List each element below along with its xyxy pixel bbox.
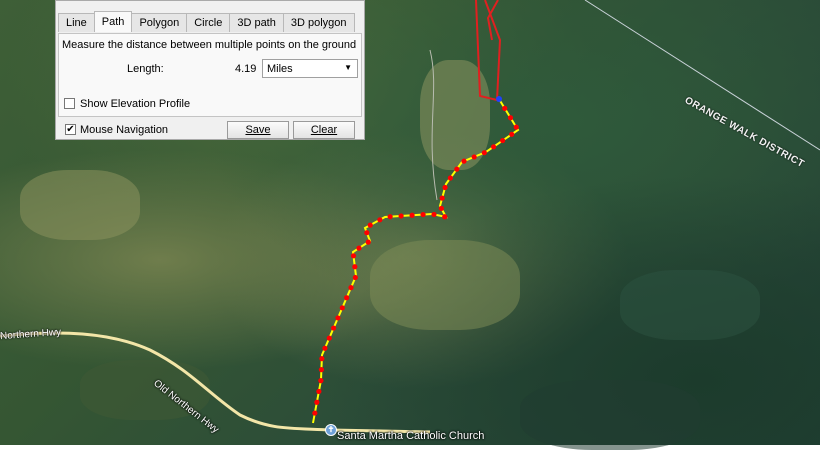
path-point[interactable]	[350, 253, 357, 259]
path-point[interactable]	[500, 137, 506, 144]
path-tab-content: Measure the distance between multiple po…	[58, 33, 362, 117]
path-point[interactable]	[330, 325, 337, 331]
path-point[interactable]	[314, 399, 320, 405]
tab-path[interactable]: Path	[93, 11, 133, 32]
path-point[interactable]	[438, 205, 444, 212]
path-point[interactable]	[326, 335, 332, 341]
tab-polygon[interactable]: Polygon	[131, 13, 188, 32]
place-label-church: Santa Martha Catholic Church	[337, 430, 485, 442]
path-point[interactable]	[365, 239, 371, 245]
path-point[interactable]	[471, 154, 477, 160]
path-point[interactable]	[319, 356, 325, 362]
path-point[interactable]	[377, 217, 383, 223]
elevation-profile-label[interactable]: Show Elevation Profile	[80, 98, 190, 110]
length-label: Length:	[127, 63, 164, 75]
church-pin-icon[interactable]: ✝	[325, 424, 337, 436]
path-point[interactable]	[367, 222, 373, 228]
dirt-road	[429, 49, 438, 201]
measure-description: Measure the distance between multiple po…	[62, 39, 357, 51]
district-boundary-line	[584, 0, 820, 151]
unit-select[interactable]: Miles ▼	[262, 59, 358, 78]
path-point[interactable]	[442, 214, 448, 220]
chevron-down-icon: ▼	[344, 63, 352, 72]
mouse-navigation-label[interactable]: Mouse Navigation	[80, 124, 168, 136]
tab-3d-polygon[interactable]: 3D polygon	[282, 13, 355, 32]
measured-path-points	[312, 96, 519, 416]
path-point[interactable]	[481, 150, 487, 156]
path-point[interactable]	[431, 211, 437, 218]
length-value: 4.19	[235, 63, 257, 75]
path-start-point	[496, 96, 502, 102]
elevation-profile-checkbox[interactable]	[64, 98, 75, 109]
clear-button[interactable]: Clear	[293, 121, 355, 139]
unit-select-value: Miles	[267, 63, 293, 75]
path-point[interactable]	[502, 105, 508, 111]
path-point[interactable]	[461, 158, 467, 164]
path-point[interactable]	[339, 305, 345, 311]
path-point[interactable]	[420, 211, 426, 218]
path-point[interactable]	[409, 212, 415, 218]
path-point[interactable]	[439, 195, 445, 201]
path-point[interactable]	[454, 166, 460, 172]
path-point[interactable]	[352, 264, 358, 270]
path-point[interactable]	[364, 230, 370, 236]
path-point[interactable]	[318, 378, 324, 384]
road-old-northern-hwy	[0, 331, 431, 434]
tab-circle[interactable]: Circle	[186, 13, 231, 32]
save-button[interactable]: Save	[227, 121, 289, 139]
ruler-panel: Line Path Polygon Circle 3D path 3D poly…	[55, 0, 365, 140]
path-point[interactable]	[356, 245, 362, 251]
path-point[interactable]	[509, 131, 515, 137]
path-point[interactable]	[442, 184, 448, 191]
tab-line[interactable]: Line	[58, 13, 95, 32]
path-point[interactable]	[490, 144, 497, 150]
path-point[interactable]	[447, 175, 453, 181]
path-point[interactable]	[318, 367, 325, 373]
path-point[interactable]	[507, 115, 514, 121]
path-point[interactable]	[352, 274, 358, 281]
path-point[interactable]	[344, 295, 350, 301]
path-point[interactable]	[348, 285, 354, 291]
path-point[interactable]	[513, 124, 519, 130]
measured-path-line	[312, 98, 520, 424]
path-point[interactable]	[316, 388, 322, 395]
path-point[interactable]	[335, 315, 341, 321]
boundary-polygon	[475, 0, 502, 102]
tab-3d-path[interactable]: 3D path	[229, 13, 284, 32]
path-point[interactable]	[322, 345, 328, 351]
ruler-tabs: Line Path Polygon Circle 3D path 3D poly…	[58, 11, 355, 33]
path-point[interactable]	[398, 213, 404, 219]
mouse-navigation-checkbox[interactable]: ✔	[65, 124, 76, 135]
path-point[interactable]	[387, 214, 393, 220]
path-point[interactable]	[312, 410, 318, 416]
